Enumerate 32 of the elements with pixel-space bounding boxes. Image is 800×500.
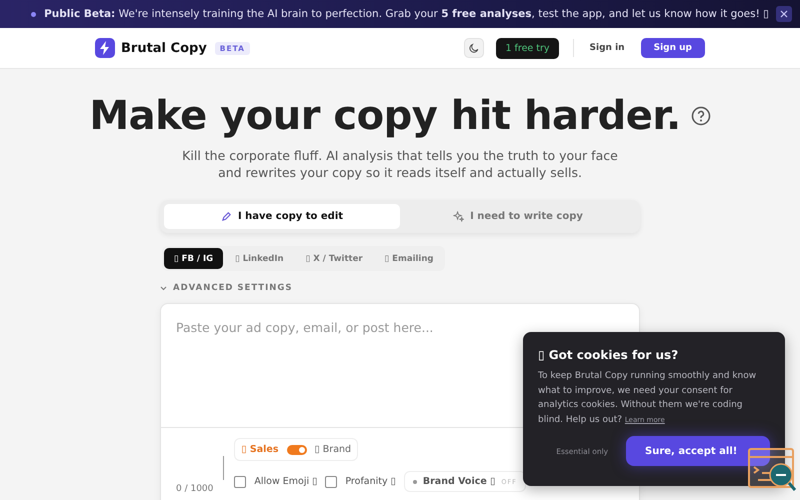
- checkbox-option[interactable]: Allow Emoji ▯: [234, 476, 318, 488]
- lightning-logo-icon: [95, 38, 115, 58]
- code-search-icon[interactable]: [748, 447, 798, 493]
- banner-text: Public Beta: We're intensely training the AI brain to perfection. Grab your 5 free analyses, test the app, and let us know how it goes! ▯: [44, 8, 769, 20]
- free-try-button[interactable]: 1 free try: [496, 38, 559, 58]
- character-counter: 0 / 1000: [176, 484, 214, 494]
- advanced-settings-toggle[interactable]: ADVANCED SETTINGS: [160, 281, 292, 295]
- help-icon[interactable]: [690, 106, 711, 126]
- brand-name: Brutal Copy: [121, 40, 207, 56]
- moon-icon: [469, 43, 480, 53]
- tone-label[interactable]: ▯ Sales: [241, 444, 279, 455]
- theme-button[interactable]: [464, 38, 484, 58]
- close-icon: [780, 10, 788, 18]
- dot-icon: [31, 12, 36, 16]
- close-button[interactable]: [776, 6, 792, 22]
- hero-title: Make your copy hit harder.: [89, 93, 681, 139]
- platform-tab[interactable]: ▯ X / Twitter: [296, 248, 373, 269]
- checkbox-option[interactable]: Profanity ▯: [325, 476, 396, 488]
- hero-subtitle: Kill the corporate fluff. AI analysis that tells you the truth to your face and rewrites your copy so it reads itself and actually sells.: [181, 147, 619, 181]
- mode-tab[interactable]: I have copy to edit: [164, 204, 400, 229]
- platform-tab[interactable]: ▯ LinkedIn: [225, 248, 294, 269]
- platform-tab[interactable]: ▯ FB / IG: [164, 248, 224, 269]
- tone-label[interactable]: ▯ Brand: [314, 444, 352, 455]
- accept-all-button[interactable]: Sure, accept all!: [626, 436, 770, 466]
- chevron-icon: [160, 286, 167, 290]
- platform-tab[interactable]: ▯ Emailing: [374, 248, 444, 269]
- tone-toggle[interactable]: [286, 444, 307, 454]
- sparkles-icon: [453, 211, 464, 222]
- mode-tab[interactable]: I need to write copy: [400, 204, 636, 229]
- pen-icon: [220, 211, 232, 222]
- sign-in-button[interactable]: Sign in: [588, 39, 627, 57]
- sign-up-button[interactable]: Sign up: [640, 38, 705, 58]
